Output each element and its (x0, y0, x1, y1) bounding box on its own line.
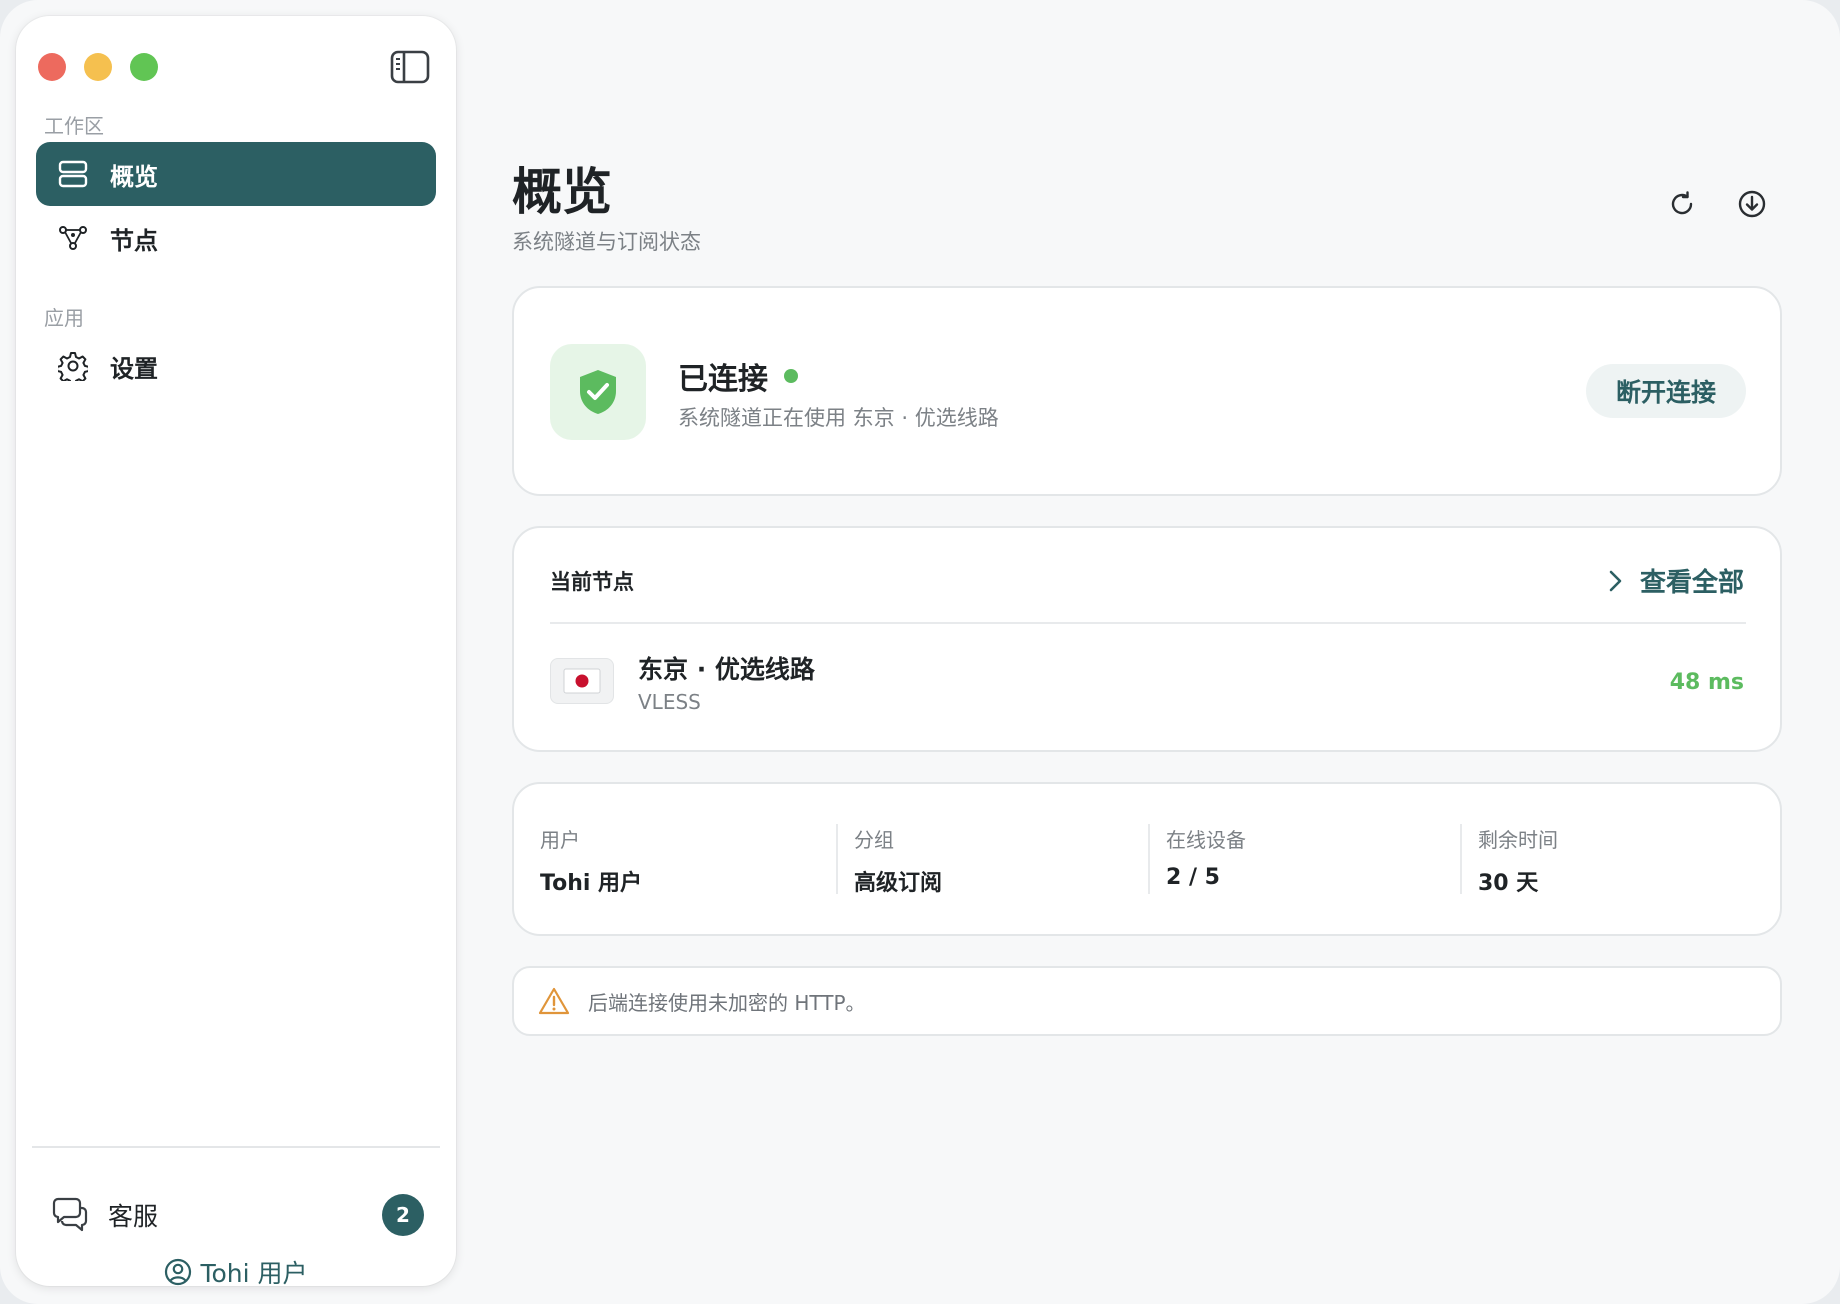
stat-label: 在线设备 (1166, 828, 1246, 852)
user-account-button[interactable]: Tohi 用户 (16, 1252, 456, 1292)
warning-triangle-icon (538, 986, 570, 1016)
network-nodes-icon (56, 221, 90, 255)
subscription-stats-card: 用户 Tohi 用户 分组 高级订阅 在线设备 2 / 5 剩余时间 30 天 (512, 782, 1782, 936)
stat-group: 分组 高级订阅 (854, 824, 942, 896)
sidebar-item-overview[interactable]: 概览 (36, 142, 436, 206)
stat-divider (836, 824, 838, 894)
sidebar-item-label: 设置 (110, 354, 158, 383)
current-node-header: 当前节点 (550, 570, 634, 594)
status-indicator-dot (784, 369, 798, 383)
stat-label: 剩余时间 (1478, 828, 1558, 852)
stat-label: 分组 (854, 828, 894, 852)
status-text: 已连接 (678, 362, 768, 397)
minimize-window-button[interactable] (84, 53, 112, 81)
shield-check-icon (550, 344, 646, 440)
stat-value: Tohi 用户 (540, 871, 643, 896)
disconnect-button[interactable]: 断开连接 (1586, 364, 1746, 418)
stat-value: 2 / 5 (1166, 865, 1220, 890)
stat-divider (1148, 824, 1150, 894)
current-node-card: 当前节点 查看全部 东京 · 优选线路 VLESS 48 ms (512, 526, 1782, 752)
download-button[interactable] (1734, 188, 1770, 224)
sidebar-divider (32, 1146, 440, 1148)
refresh-icon (1667, 189, 1697, 223)
page-subtitle: 系统隧道与订阅状态 (512, 230, 701, 254)
user-circle-icon (164, 1258, 192, 1286)
sidebar: 工作区 概览 节点 应用 设置 客服 2 Tohi 用户 (16, 16, 456, 1288)
stat-value: 高级订阅 (854, 871, 943, 896)
support-label: 客服 (108, 1202, 159, 1231)
sidebar-item-settings[interactable]: 设置 (36, 334, 436, 398)
stat-online-devices: 在线设备 2 / 5 (1166, 824, 1246, 890)
chevron-right-icon (1604, 567, 1626, 595)
security-warning-banner: 后端连接使用未加密的 HTTP。 (512, 966, 1782, 1036)
user-label: Tohi 用户 (200, 1259, 308, 1288)
sidebar-item-label: 节点 (110, 226, 158, 255)
stat-remaining-time: 剩余时间 30 天 (1478, 824, 1558, 896)
sidebar-item-nodes[interactable]: 节点 (36, 206, 436, 270)
close-window-button[interactable] (38, 53, 66, 81)
unread-badge: 2 (382, 1194, 424, 1236)
node-protocol: VLESS (638, 690, 701, 714)
page-title: 概览 (512, 163, 612, 221)
connection-status-description: 系统隧道正在使用 东京 · 优选线路 (678, 406, 999, 430)
app-window: 工作区 概览 节点 应用 设置 客服 2 Tohi 用户 概览 系统隧道与订阅状… (0, 0, 1840, 1304)
sidebar-item-label: 概览 (110, 162, 158, 191)
node-divider (550, 622, 1746, 624)
server-stack-icon (56, 157, 90, 191)
download-icon (1737, 189, 1767, 223)
section-label-workspace: 工作区 (44, 114, 104, 138)
node-name: 东京 · 优选线路 (638, 655, 815, 684)
stat-value: 30 天 (1478, 871, 1539, 896)
connection-status-title: 已连接 (678, 354, 798, 398)
stat-user: 用户 Tohi 用户 (540, 824, 642, 896)
node-latency: 48 ms (1669, 670, 1744, 695)
japan-flag-icon (550, 658, 614, 704)
sidebar-toggle-icon[interactable] (390, 50, 430, 84)
warning-text: 后端连接使用未加密的 HTTP。 (588, 990, 866, 1015)
chat-bubbles-icon (50, 1195, 90, 1235)
view-all-label: 查看全部 (1639, 568, 1744, 598)
connection-status-card: 已连接 系统隧道正在使用 东京 · 优选线路 断开连接 (512, 286, 1782, 496)
warning-row: 后端连接使用未加密的 HTTP。 (538, 986, 866, 1016)
gear-icon (56, 349, 90, 383)
support-button[interactable]: 客服 2 (50, 1192, 424, 1238)
view-all-link[interactable]: 查看全部 (1604, 562, 1744, 599)
stat-label: 用户 (540, 828, 580, 852)
refresh-button[interactable] (1664, 188, 1700, 224)
section-label-app: 应用 (44, 306, 84, 330)
stat-divider (1460, 824, 1462, 894)
zoom-window-button[interactable] (130, 53, 158, 81)
